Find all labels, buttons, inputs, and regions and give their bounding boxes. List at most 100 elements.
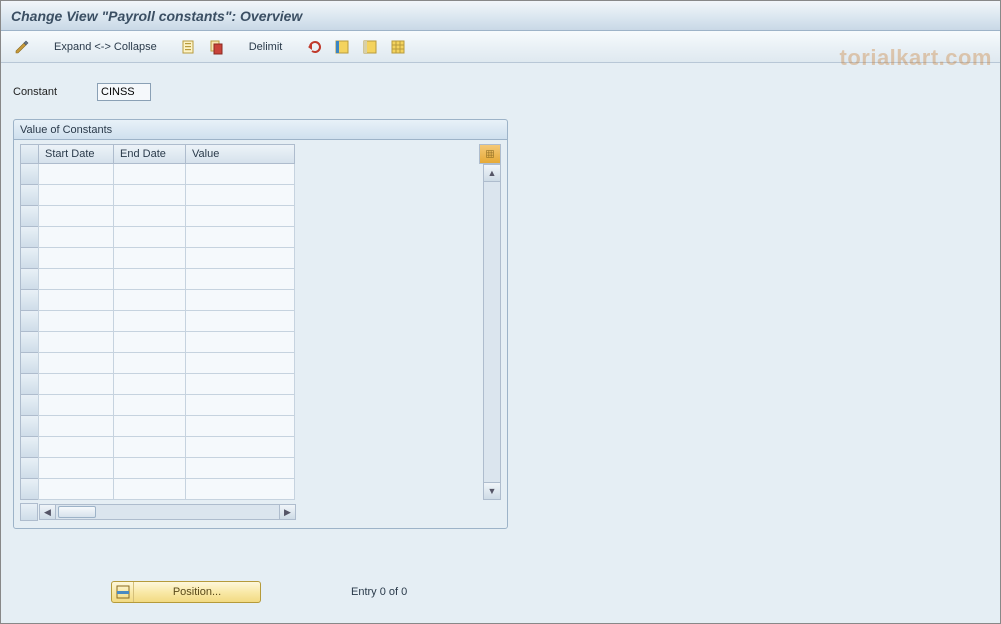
table-configure-button[interactable]	[479, 144, 501, 164]
cell-end-date[interactable]	[113, 458, 185, 479]
toggle-display-change-button[interactable]	[9, 36, 35, 58]
table-row[interactable]	[20, 206, 295, 227]
cell-end-date[interactable]	[113, 290, 185, 311]
scroll-down-button[interactable]: ▼	[484, 482, 500, 499]
cell-start-date[interactable]	[38, 458, 113, 479]
row-selector[interactable]	[20, 290, 38, 311]
cell-value[interactable]	[185, 458, 295, 479]
cell-start-date[interactable]	[38, 248, 113, 269]
row-selector[interactable]	[20, 206, 38, 227]
cell-end-date[interactable]	[113, 206, 185, 227]
table-row[interactable]	[20, 332, 295, 353]
cell-value[interactable]	[185, 437, 295, 458]
scroll-left-button[interactable]: ◀	[40, 505, 56, 519]
cell-value[interactable]	[185, 248, 295, 269]
column-header-end-date[interactable]: End Date	[113, 144, 185, 164]
cell-value[interactable]	[185, 353, 295, 374]
cell-end-date[interactable]	[113, 227, 185, 248]
cell-start-date[interactable]	[38, 164, 113, 185]
cell-start-date[interactable]	[38, 479, 113, 500]
select-all-button[interactable]	[329, 36, 355, 58]
cell-value[interactable]	[185, 332, 295, 353]
cell-end-date[interactable]	[113, 437, 185, 458]
cell-end-date[interactable]	[113, 353, 185, 374]
copy-as-button[interactable]	[204, 36, 230, 58]
table-row[interactable]	[20, 437, 295, 458]
row-selector[interactable]	[20, 311, 38, 332]
row-selector[interactable]	[20, 248, 38, 269]
scroll-track[interactable]	[484, 182, 500, 482]
cell-end-date[interactable]	[113, 374, 185, 395]
cell-value[interactable]	[185, 374, 295, 395]
cell-value[interactable]	[185, 164, 295, 185]
column-header-value[interactable]: Value	[185, 144, 295, 164]
cell-start-date[interactable]	[38, 416, 113, 437]
table-row[interactable]	[20, 269, 295, 290]
table-row[interactable]	[20, 374, 295, 395]
cell-end-date[interactable]	[113, 164, 185, 185]
cell-start-date[interactable]	[38, 374, 113, 395]
cell-end-date[interactable]	[113, 311, 185, 332]
row-selector[interactable]	[20, 458, 38, 479]
cell-end-date[interactable]	[113, 185, 185, 206]
cell-start-date[interactable]	[38, 437, 113, 458]
cell-end-date[interactable]	[113, 248, 185, 269]
table-row[interactable]	[20, 290, 295, 311]
row-selector[interactable]	[20, 164, 38, 185]
row-selector[interactable]	[20, 416, 38, 437]
cell-start-date[interactable]	[38, 206, 113, 227]
cell-start-date[interactable]	[38, 395, 113, 416]
table-row[interactable]	[20, 395, 295, 416]
cell-value[interactable]	[185, 311, 295, 332]
cell-value[interactable]	[185, 227, 295, 248]
table-row[interactable]	[20, 416, 295, 437]
cell-end-date[interactable]	[113, 416, 185, 437]
cell-start-date[interactable]	[38, 185, 113, 206]
cell-start-date[interactable]	[38, 311, 113, 332]
row-selector[interactable]	[20, 395, 38, 416]
undo-button[interactable]	[301, 36, 327, 58]
table-row[interactable]	[20, 353, 295, 374]
cell-value[interactable]	[185, 269, 295, 290]
cell-value[interactable]	[185, 206, 295, 227]
row-selector[interactable]	[20, 437, 38, 458]
row-selector[interactable]	[20, 479, 38, 500]
hscroll-thumb[interactable]	[58, 506, 96, 518]
row-selector[interactable]	[20, 374, 38, 395]
cell-value[interactable]	[185, 395, 295, 416]
table-row[interactable]	[20, 227, 295, 248]
vertical-scrollbar[interactable]: ▲ ▼	[483, 164, 501, 500]
table-settings-button[interactable]	[385, 36, 411, 58]
delimit-button[interactable]: Delimit	[240, 36, 292, 58]
cell-value[interactable]	[185, 479, 295, 500]
scroll-right-button[interactable]: ▶	[279, 505, 295, 519]
hscroll-track[interactable]	[56, 505, 279, 519]
table-row[interactable]	[20, 311, 295, 332]
new-entries-button[interactable]	[176, 36, 202, 58]
column-header-start-date[interactable]: Start Date	[38, 144, 113, 164]
cell-start-date[interactable]	[38, 353, 113, 374]
row-selector[interactable]	[20, 353, 38, 374]
table-row[interactable]	[20, 248, 295, 269]
table-select-all-cell[interactable]	[20, 144, 38, 164]
cell-start-date[interactable]	[38, 227, 113, 248]
scroll-up-button[interactable]: ▲	[484, 165, 500, 182]
cell-end-date[interactable]	[113, 395, 185, 416]
horizontal-scrollbar[interactable]: ◀ ▶	[39, 504, 296, 520]
deselect-all-button[interactable]	[357, 36, 383, 58]
cell-end-date[interactable]	[113, 479, 185, 500]
table-row[interactable]	[20, 164, 295, 185]
row-selector[interactable]	[20, 332, 38, 353]
row-selector[interactable]	[20, 227, 38, 248]
table-row[interactable]	[20, 479, 295, 500]
cell-start-date[interactable]	[38, 290, 113, 311]
cell-value[interactable]	[185, 416, 295, 437]
cell-end-date[interactable]	[113, 269, 185, 290]
cell-start-date[interactable]	[38, 332, 113, 353]
expand-collapse-button[interactable]: Expand <-> Collapse	[45, 36, 166, 58]
table-row[interactable]	[20, 185, 295, 206]
cell-value[interactable]	[185, 290, 295, 311]
cell-start-date[interactable]	[38, 269, 113, 290]
table-row[interactable]	[20, 458, 295, 479]
position-button[interactable]: Position...	[111, 581, 261, 603]
